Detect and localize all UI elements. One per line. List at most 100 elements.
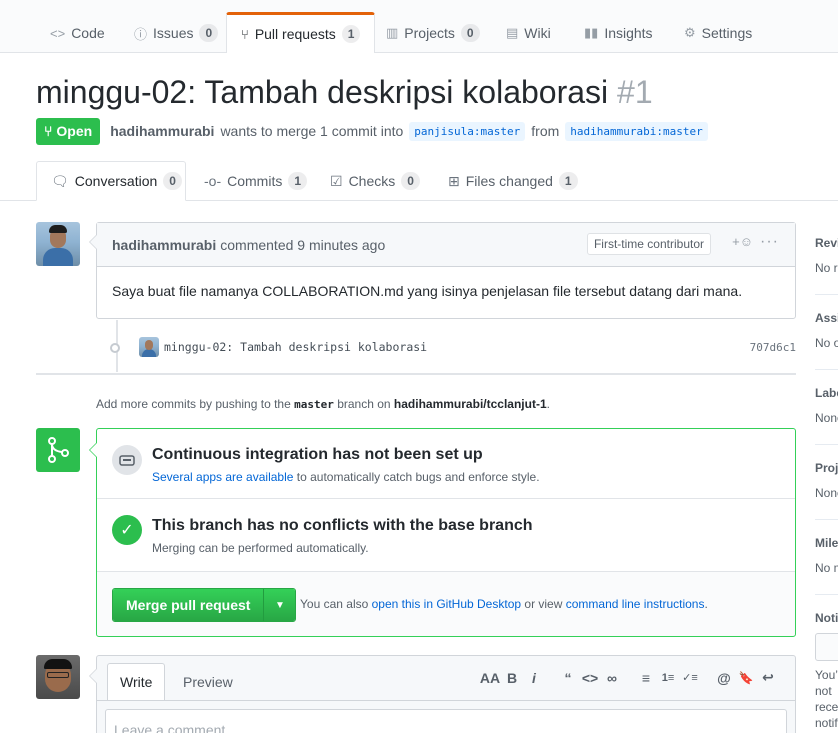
command-line-link[interactable]: command line instructions [566, 597, 705, 611]
commit-row: minggu-02: Tambah deskripsi kolaborasi 7… [96, 336, 796, 360]
code-icon: <> [50, 25, 66, 41]
tab-wiki[interactable]: ▤ Wiki [492, 13, 565, 53]
divider [815, 594, 838, 595]
commit-avatar[interactable] [139, 337, 159, 357]
commit-sha[interactable]: 707d6c1 [750, 341, 796, 354]
sidebar-notifications-value: You’re not receiving notifications [815, 668, 838, 730]
ci-title: Continuous integration has not been set … [152, 446, 483, 463]
status-label: Open [56, 123, 93, 139]
comment-action: commented [220, 236, 294, 253]
tab-projects-label: Projects [404, 25, 455, 41]
merge-actions: Merge pull request ▼ You can also open t… [97, 572, 795, 636]
pr-title-text: minggu-02: Tambah deskripsi kolaborasi [36, 74, 609, 110]
pr-author-link[interactable]: hadihammurabi [110, 123, 214, 139]
sidebar-reviewers-title: Reviewers [815, 236, 838, 250]
subscribe-button[interactable] [815, 633, 838, 661]
tab-preview[interactable]: Preview [171, 663, 245, 700]
ci-section: Continuous integration has not been set … [97, 429, 795, 499]
sidebar-milestone[interactable]: Milestone No milestone [815, 536, 838, 575]
divider [815, 519, 838, 520]
sidebar-assignees-title: Assignees [815, 311, 838, 325]
code-icon[interactable]: <> [579, 670, 601, 686]
merge-pull-request-button[interactable]: Merge pull request [113, 589, 264, 621]
bold-icon[interactable]: B [501, 670, 523, 686]
conversation-count: 0 [163, 172, 182, 190]
tab-pull-requests[interactable]: ⑂ Pull requests 1 [226, 12, 376, 53]
conflict-title: This branch has no conflicts with the ba… [152, 517, 533, 534]
ci-subtitle: Several apps are available to automatica… [152, 470, 540, 484]
comment-author[interactable]: hadihammurabi [112, 237, 216, 253]
graph-icon: ▮▮ [584, 25, 599, 40]
tab-write[interactable]: Write [107, 663, 166, 701]
tab-conversation[interactable]: 🗨 Conversation 0 [36, 161, 186, 201]
ci-apps-link[interactable]: Several apps are available [152, 470, 293, 484]
kebab-menu-icon[interactable]: ··· [760, 233, 779, 251]
sidebar-labels[interactable]: Labels None yet [815, 386, 838, 425]
comment-time[interactable]: 9 minutes ago [297, 237, 385, 253]
pr-title: minggu-02: Tambah deskripsi kolaborasi #… [36, 74, 653, 111]
from-text: from [531, 123, 560, 139]
reply-icon[interactable]: ↩ [757, 669, 779, 686]
git-commit-icon: -o- [204, 173, 222, 189]
link-icon[interactable]: ∞ [601, 670, 623, 686]
tab-insights[interactable]: ▮▮ Insights [570, 13, 667, 53]
first-time-contributor-badge: First-time contributor [586, 233, 711, 255]
commits-count: 1 [288, 172, 308, 190]
sidebar-reviewers-value: No reviews [815, 261, 838, 275]
tab-wiki-label: Wiki [524, 25, 551, 41]
open-desktop-link[interactable]: open this in GitHub Desktop [372, 597, 521, 611]
sidebar-projects-title: Projects [815, 461, 838, 475]
new-comment-form: Write Preview AA B i “ <> ∞ ≡ 1≡ ✓≡ @ 🔖 … [89, 655, 796, 733]
checks-count: 0 [401, 172, 420, 190]
comment: hadihammurabi commented 9 minutes ago Fi… [89, 222, 796, 319]
tab-conversation-label: Conversation [74, 173, 158, 189]
tab-settings[interactable]: ⚙ Settings [670, 13, 766, 53]
sidebar-milestone-value: No milestone [815, 561, 838, 575]
tab-commits-label: Commits [227, 173, 283, 189]
tab-issues-label: Issues [153, 25, 194, 41]
push-note-prefix: Add more commits by pushing to the [96, 397, 291, 411]
task-list-icon[interactable]: ✓≡ [679, 671, 701, 684]
tab-projects[interactable]: ▥ Projects 0 [372, 13, 494, 53]
base-ref[interactable]: panjisula:master [409, 121, 526, 141]
avatar[interactable] [36, 222, 80, 266]
merge-button-group: Merge pull request ▼ [112, 588, 297, 622]
tab-files-changed-label: Files changed [465, 173, 553, 189]
tab-files-changed[interactable]: ⊞ Files changed 1 [434, 161, 592, 201]
alt-mid: or view [524, 597, 563, 611]
tab-checks[interactable]: ☑ Checks 0 [316, 161, 434, 201]
check-icon: ✓ [112, 515, 142, 545]
add-reaction-icon[interactable]: +☺ [732, 234, 753, 249]
comment-input[interactable]: Leave a comment [105, 709, 787, 733]
tab-code[interactable]: <> Code [36, 13, 119, 53]
head-ref[interactable]: hadihammurabi:master [565, 121, 708, 141]
conflict-subtitle: Merging can be performed automatically. [152, 541, 369, 555]
unordered-list-icon[interactable]: ≡ [635, 670, 657, 686]
tab-commits[interactable]: -o- Commits 1 [190, 161, 321, 201]
divider [815, 294, 838, 295]
divider [36, 373, 796, 375]
push-note: Add more commits by pushing to the maste… [96, 397, 550, 411]
tab-issues[interactable]: ⓘ Issues 0 [120, 13, 232, 53]
chevron-down-icon[interactable]: ▼ [263, 589, 296, 621]
sidebar-projects-value: None yet [815, 486, 838, 500]
bookmark-icon[interactable]: 🔖 [735, 671, 757, 685]
commit-message[interactable]: minggu-02: Tambah deskripsi kolaborasi [164, 340, 427, 354]
sidebar-assignees[interactable]: Assignees No one assigned [815, 311, 838, 350]
gear-icon: ⚙ [684, 25, 696, 40]
avatar[interactable] [36, 655, 80, 699]
merge-box: Continuous integration has not been set … [89, 428, 796, 637]
ordered-list-icon[interactable]: 1≡ [657, 672, 679, 684]
text-size-icon[interactable]: AA [479, 670, 501, 686]
mention-icon[interactable]: @ [713, 670, 735, 686]
merge-text: wants to merge 1 commit into [220, 123, 404, 139]
pr-tabnav: 🗨 Conversation 0 -o- Commits 1 ☑ Checks … [0, 161, 838, 201]
sidebar-reviewers[interactable]: Reviewers No reviews [815, 236, 838, 275]
sidebar-projects[interactable]: Projects None yet [815, 461, 838, 500]
git-commit-icon [110, 343, 120, 353]
italic-icon[interactable]: i [523, 670, 545, 686]
diff-icon: ⊞ [448, 172, 460, 189]
tab-checks-label: Checks [348, 173, 396, 189]
quote-icon[interactable]: “ [557, 670, 579, 686]
alt-prefix: You can also [300, 597, 369, 611]
